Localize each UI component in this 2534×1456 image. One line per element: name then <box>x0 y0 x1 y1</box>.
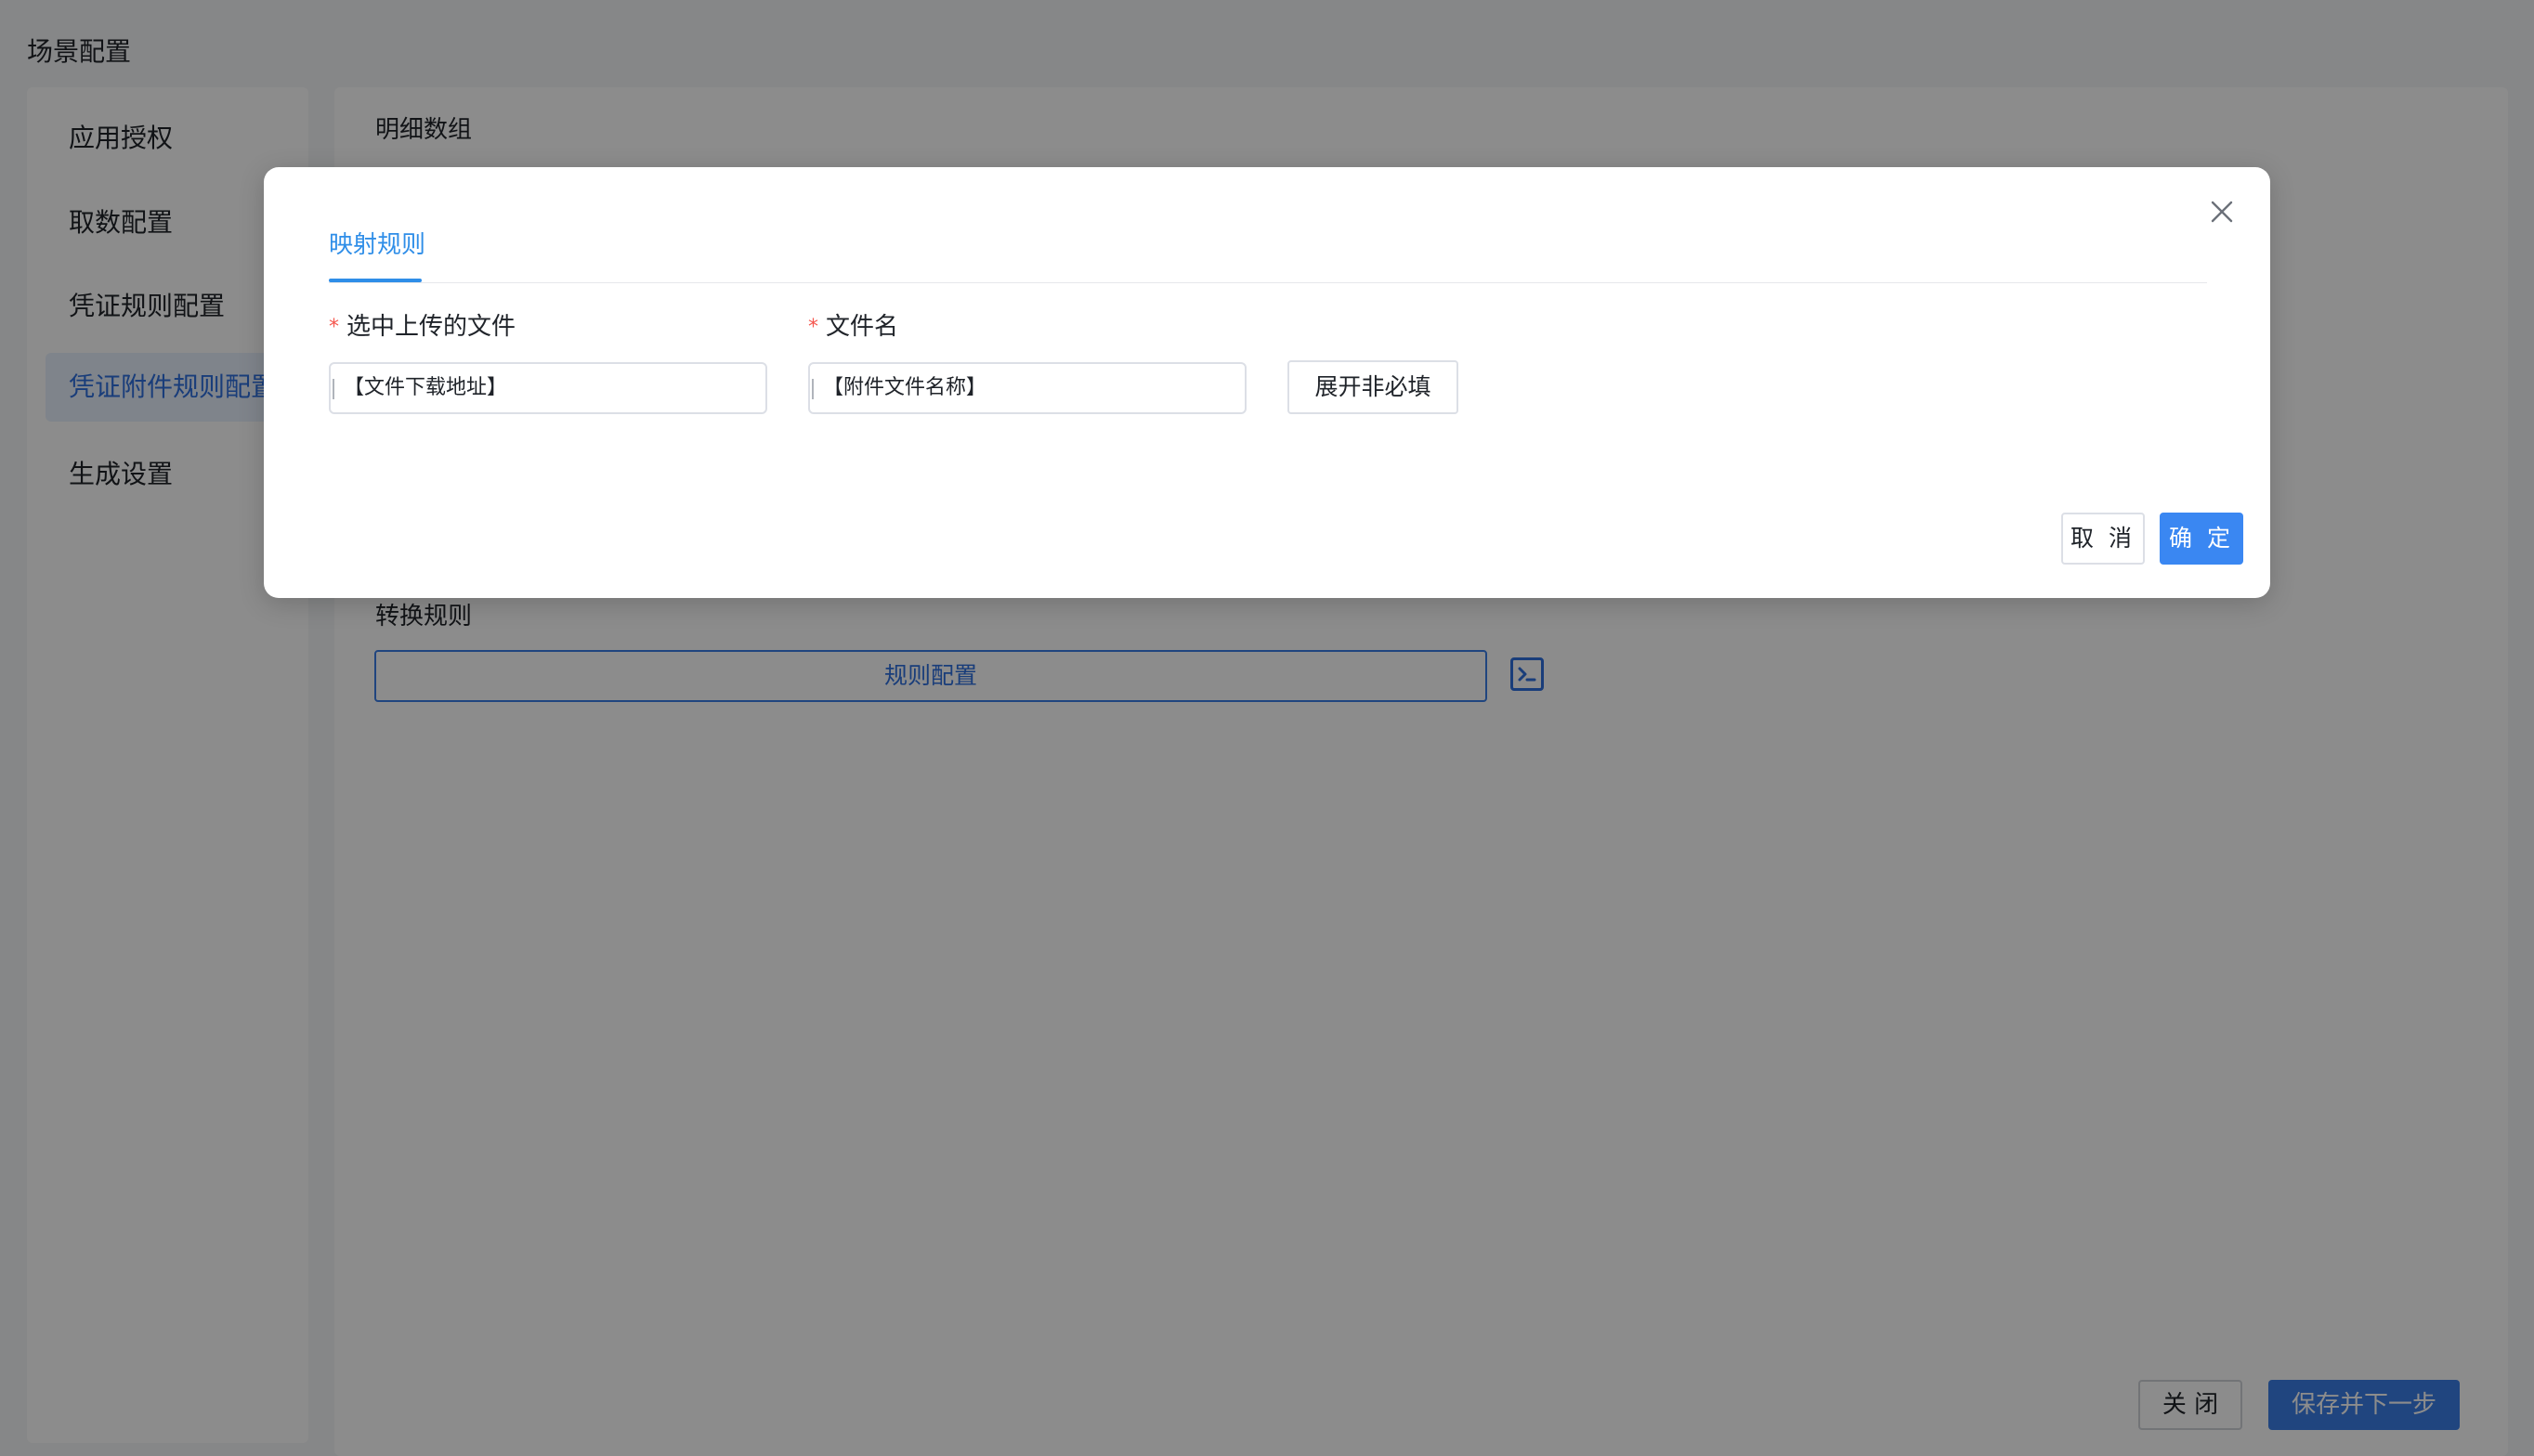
close-icon[interactable] <box>2205 195 2239 228</box>
mapping-rules-dialog: 映射规则 * 选中上传的文件 【文件下载地址】 * 文件名 【附件文件名称】 展开非… <box>264 167 2270 598</box>
field-label-file-name: * 文件名 <box>808 310 898 345</box>
cancel-button[interactable]: 取 消 <box>2061 513 2145 565</box>
required-mark: * <box>808 316 818 339</box>
selected-file-input[interactable]: 【文件下载地址】 <box>329 362 767 414</box>
required-mark: * <box>329 316 339 339</box>
field-label-selected-file: * 选中上传的文件 <box>329 310 516 345</box>
file-name-input[interactable]: 【附件文件名称】 <box>808 362 1247 414</box>
ok-button[interactable]: 确 定 <box>2160 513 2243 565</box>
input-caret <box>333 379 334 399</box>
expand-optional-button[interactable]: 展开非必填 <box>1287 360 1458 414</box>
field-label-text: 选中上传的文件 <box>346 313 516 341</box>
input-caret <box>812 379 814 399</box>
tab-divider <box>329 282 2207 283</box>
tab-mapping-rules[interactable]: 映射规则 <box>329 228 425 262</box>
selected-file-value: 【文件下载地址】 <box>344 376 508 399</box>
field-label-text: 文件名 <box>826 313 899 341</box>
file-name-value: 【附件文件名称】 <box>823 376 987 399</box>
